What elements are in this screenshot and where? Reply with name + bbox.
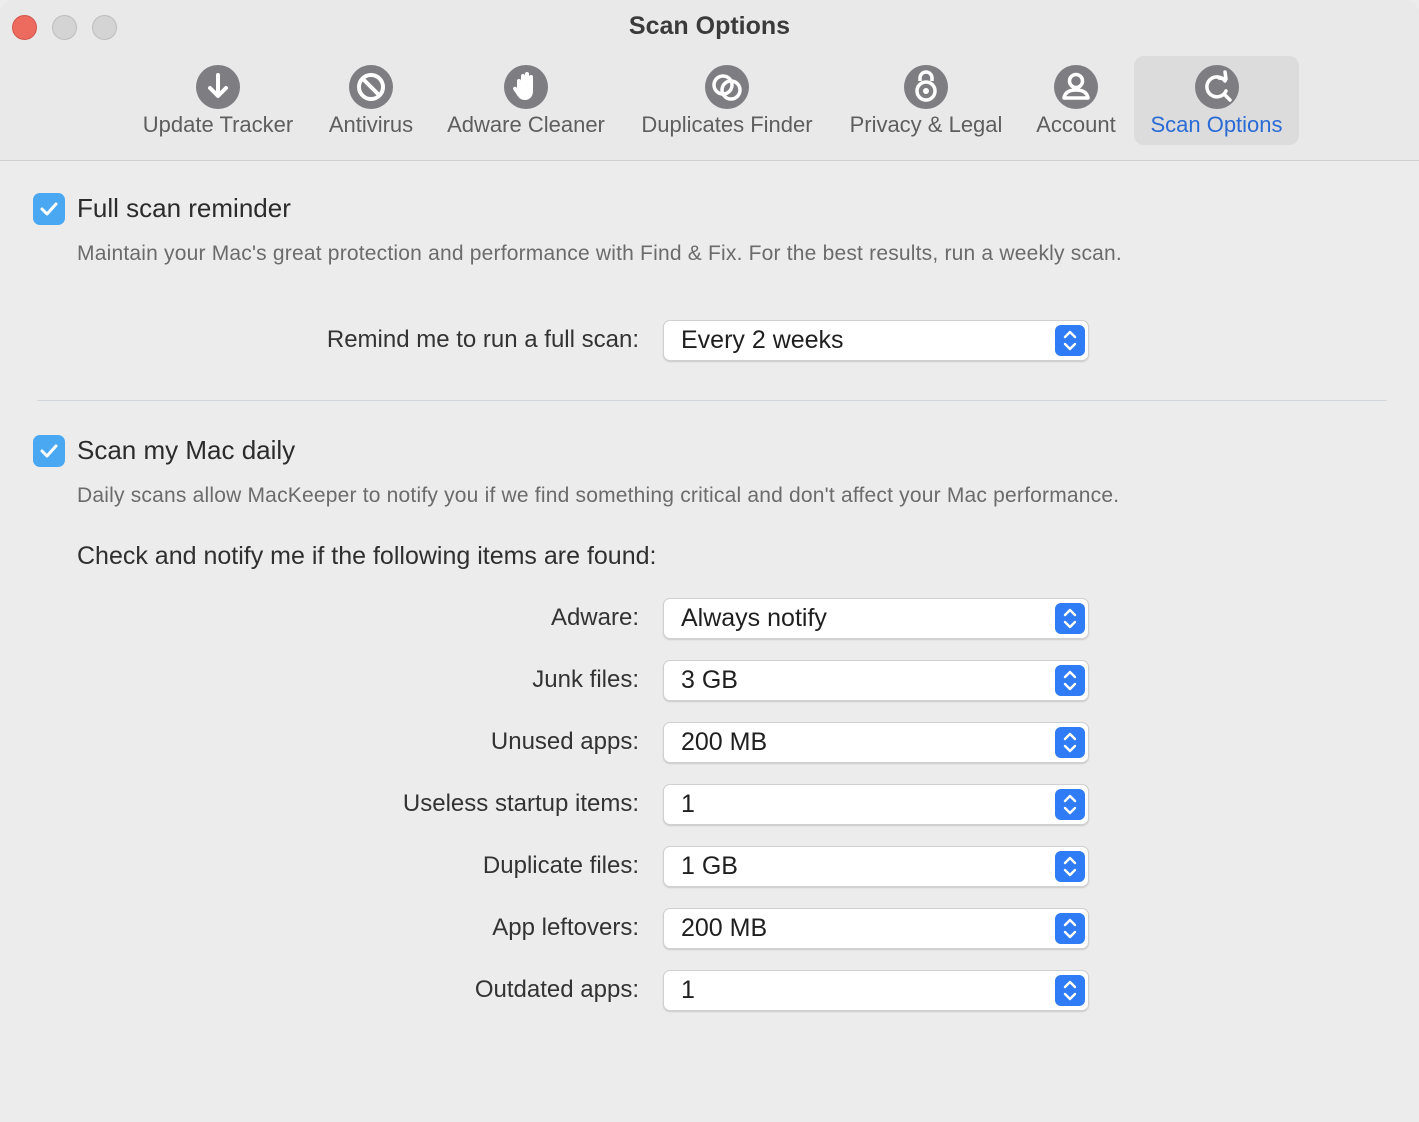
chevron-up-down-icon bbox=[1063, 980, 1077, 1001]
checkmark-icon bbox=[40, 202, 58, 216]
select-stepper[interactable] bbox=[1055, 789, 1085, 820]
select-value: 200 MB bbox=[681, 728, 768, 756]
select-value: Every 2 weeks bbox=[681, 326, 844, 354]
full-scan-reminder-title: Full scan reminder bbox=[77, 193, 291, 223]
junk-files-select[interactable]: 3 GB bbox=[663, 660, 1089, 701]
remind-full-scan-select[interactable]: Every 2 weeks bbox=[663, 320, 1089, 361]
select-stepper[interactable] bbox=[1055, 975, 1085, 1006]
useless-startup-items-label: Useless startup items: bbox=[402, 790, 639, 817]
prohibited-icon bbox=[349, 65, 393, 109]
tab-adware-cleaner[interactable]: Adware Cleaner bbox=[437, 56, 615, 145]
select-stepper[interactable] bbox=[1055, 325, 1085, 356]
scan-daily-title: Scan my Mac daily bbox=[77, 435, 296, 465]
scan-daily-description: Daily scans allow MacKeeper to notify yo… bbox=[77, 484, 1120, 507]
duplicate-files-label: Duplicate files: bbox=[482, 852, 639, 879]
select-value: 1 bbox=[681, 976, 695, 1004]
chevron-up-down-icon bbox=[1063, 608, 1077, 629]
duplicate-circles-icon bbox=[705, 65, 749, 109]
download-arrow-icon bbox=[196, 65, 240, 109]
full-scan-reminder-checkbox[interactable] bbox=[33, 193, 65, 225]
select-value: 1 GB bbox=[681, 852, 738, 880]
toolbar: Scan Options Update Tracker Antivirus Ad… bbox=[0, 0, 1419, 161]
adware-select[interactable]: Always notify bbox=[663, 598, 1089, 639]
select-stepper[interactable] bbox=[1055, 727, 1085, 758]
adware-label: Adware: bbox=[550, 604, 639, 631]
tab-label: Account bbox=[1036, 112, 1116, 137]
app-leftovers-label: App leftovers: bbox=[492, 914, 639, 941]
scan-daily-checkbox[interactable] bbox=[33, 435, 65, 467]
chevron-up-down-icon bbox=[1063, 918, 1077, 939]
chevron-up-down-icon bbox=[1063, 670, 1077, 691]
useless-startup-items-select[interactable]: 1 bbox=[663, 784, 1089, 825]
person-icon bbox=[1054, 65, 1098, 109]
unused-apps-select[interactable]: 200 MB bbox=[663, 722, 1089, 763]
select-value: 1 bbox=[681, 790, 695, 818]
checkmark-icon bbox=[40, 444, 58, 458]
window-title: Scan Options bbox=[628, 12, 791, 40]
tab-label: Update Tracker bbox=[142, 112, 294, 137]
select-stepper[interactable] bbox=[1055, 913, 1085, 944]
chevron-up-down-icon bbox=[1063, 856, 1077, 877]
tab-account[interactable]: Account bbox=[1026, 56, 1126, 145]
chevron-up-down-icon bbox=[1063, 732, 1077, 753]
unused-apps-label: Unused apps: bbox=[490, 728, 639, 755]
tab-duplicates-finder[interactable]: Duplicates Finder bbox=[628, 56, 826, 145]
select-stepper[interactable] bbox=[1055, 665, 1085, 696]
lock-icon bbox=[904, 65, 948, 109]
junk-files-label: Junk files: bbox=[532, 666, 639, 693]
tab-label: Duplicates Finder bbox=[641, 112, 813, 137]
remind-full-scan-label: Remind me to run a full scan: bbox=[326, 326, 639, 353]
section-divider bbox=[37, 400, 1387, 401]
tab-scan-options[interactable]: Scan Options bbox=[1134, 56, 1299, 145]
select-value: Always notify bbox=[681, 604, 827, 632]
tab-label: Scan Options bbox=[1150, 112, 1283, 137]
full-scan-reminder-description: Maintain your Mac's great protection and… bbox=[77, 242, 1122, 265]
tab-label: Antivirus bbox=[328, 112, 414, 137]
tab-privacy-legal[interactable]: Privacy & Legal bbox=[838, 56, 1014, 145]
chevron-up-down-icon bbox=[1063, 794, 1077, 815]
select-stepper[interactable] bbox=[1055, 603, 1085, 634]
tab-update-tracker[interactable]: Update Tracker bbox=[130, 56, 306, 145]
refresh-magnifier-icon bbox=[1194, 65, 1239, 109]
select-value: 3 GB bbox=[681, 666, 738, 694]
preferences-window: Scan Options Update Tracker Antivirus Ad… bbox=[0, 0, 1419, 1122]
chevron-up-down-icon bbox=[1063, 330, 1077, 351]
tab-label: Privacy & Legal bbox=[849, 112, 1003, 137]
outdated-apps-select[interactable]: 1 bbox=[663, 970, 1089, 1011]
tab-label: Adware Cleaner bbox=[447, 112, 605, 137]
notify-items-heading: Check and notify me if the following ite… bbox=[77, 542, 657, 570]
duplicate-files-select[interactable]: 1 GB bbox=[663, 846, 1089, 887]
select-stepper[interactable] bbox=[1055, 851, 1085, 882]
hand-icon bbox=[504, 65, 548, 109]
outdated-apps-label: Outdated apps: bbox=[474, 976, 639, 1003]
app-leftovers-select[interactable]: 200 MB bbox=[663, 908, 1089, 949]
select-value: 200 MB bbox=[681, 914, 768, 942]
tab-antivirus[interactable]: Antivirus bbox=[318, 56, 424, 145]
